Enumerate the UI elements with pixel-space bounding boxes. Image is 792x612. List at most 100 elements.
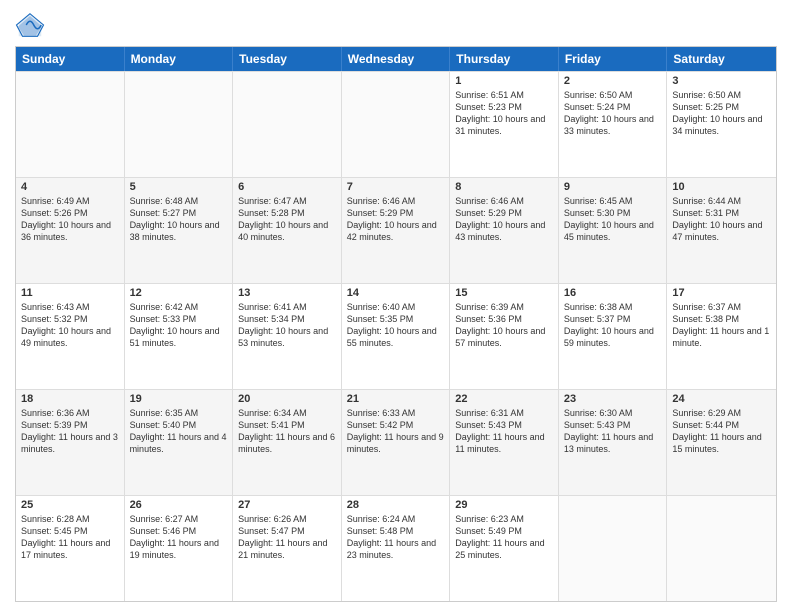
cal-cell-8: 8 Sunrise: 6:46 AM Sunset: 5:29 PM Daylig…	[450, 178, 559, 283]
day-number: 28	[347, 499, 445, 511]
cell-info: Sunrise: 6:41 AM Sunset: 5:34 PM Dayligh…	[238, 301, 336, 350]
cal-cell-20: 20Sunrise: 6:34 AM Sunset: 5:41 PM Dayli…	[233, 390, 342, 495]
cell-info: Sunrise: 6:26 AM Sunset: 5:47 PM Dayligh…	[238, 513, 336, 562]
day-number: 13	[238, 287, 336, 299]
day-number: 10	[672, 181, 771, 193]
calendar-week-1: 1 Sunrise: 6:51 AM Sunset: 5:23 PM Daylig…	[16, 71, 776, 177]
header-day-monday: Monday	[125, 47, 234, 71]
cell-info: Sunrise: 6:46 AM Sunset: 5:29 PM Dayligh…	[347, 195, 445, 244]
calendar-week-5: 25Sunrise: 6:28 AM Sunset: 5:45 PM Dayli…	[16, 495, 776, 601]
calendar-week-4: 18 Sunrise: 6:36 AM Sunset: 5:39 PM Dayli…	[16, 389, 776, 495]
cell-info: Sunrise: 6:24 AM Sunset: 5:48 PM Dayligh…	[347, 513, 445, 562]
calendar-week-3: 11 Sunrise: 6:43 AM Sunset: 5:32 PM Dayli…	[16, 283, 776, 389]
cal-cell-empty-5	[559, 496, 668, 601]
day-number: 26	[130, 499, 228, 511]
day-number: 3	[672, 75, 771, 87]
calendar: SundayMondayTuesdayWednesdayThursdayFrid…	[15, 46, 777, 602]
cell-info: Sunrise: 6:50 AM Sunset: 5:25 PM Dayligh…	[672, 89, 771, 138]
logo-icon	[15, 10, 45, 40]
cal-cell-empty-1	[125, 72, 234, 177]
cell-info: Sunrise: 6:47 AM Sunset: 5:28 PM Dayligh…	[238, 195, 336, 244]
cal-cell-6: 6 Sunrise: 6:47 AM Sunset: 5:28 PM Daylig…	[233, 178, 342, 283]
cell-info: Sunrise: 6:37 AM Sunset: 5:38 PM Dayligh…	[672, 301, 771, 350]
day-number: 9	[564, 181, 662, 193]
cal-cell-25: 25Sunrise: 6:28 AM Sunset: 5:45 PM Dayli…	[16, 496, 125, 601]
day-number: 6	[238, 181, 336, 193]
cal-cell-24: 24 Sunrise: 6:29 AM Sunset: 5:44 PM Dayli…	[667, 390, 776, 495]
logo	[15, 10, 49, 40]
day-number: 12	[130, 287, 228, 299]
cell-info: Sunrise: 6:50 AM Sunset: 5:24 PM Dayligh…	[564, 89, 662, 138]
cal-cell-empty-0	[16, 72, 125, 177]
day-number: 23	[564, 393, 662, 405]
day-number: 15	[455, 287, 553, 299]
day-number: 27	[238, 499, 336, 511]
cell-info: Sunrise: 6:48 AM Sunset: 5:27 PM Dayligh…	[130, 195, 228, 244]
calendar-week-2: 4 Sunrise: 6:49 AM Sunset: 5:26 PM Daylig…	[16, 177, 776, 283]
day-number: 11	[21, 287, 119, 299]
cell-info: Sunrise: 6:27 AM Sunset: 5:46 PM Dayligh…	[130, 513, 228, 562]
day-number: 14	[347, 287, 445, 299]
cal-cell-18: 18 Sunrise: 6:36 AM Sunset: 5:39 PM Dayli…	[16, 390, 125, 495]
cal-cell-2: 2Sunrise: 6:50 AM Sunset: 5:24 PM Daylig…	[559, 72, 668, 177]
day-number: 1	[455, 75, 553, 87]
cal-cell-4: 4 Sunrise: 6:49 AM Sunset: 5:26 PM Daylig…	[16, 178, 125, 283]
cell-info: Sunrise: 6:28 AM Sunset: 5:45 PM Dayligh…	[21, 513, 119, 562]
day-number: 17	[672, 287, 771, 299]
cell-info: Sunrise: 6:49 AM Sunset: 5:26 PM Dayligh…	[21, 195, 119, 244]
day-number: 21	[347, 393, 445, 405]
cal-cell-3: 3 Sunrise: 6:50 AM Sunset: 5:25 PM Daylig…	[667, 72, 776, 177]
cal-cell-26: 26 Sunrise: 6:27 AM Sunset: 5:46 PM Dayli…	[125, 496, 234, 601]
calendar-body: 1 Sunrise: 6:51 AM Sunset: 5:23 PM Daylig…	[16, 71, 776, 601]
cell-info: Sunrise: 6:29 AM Sunset: 5:44 PM Dayligh…	[672, 407, 771, 456]
cell-info: Sunrise: 6:38 AM Sunset: 5:37 PM Dayligh…	[564, 301, 662, 350]
cell-info: Sunrise: 6:30 AM Sunset: 5:43 PM Dayligh…	[564, 407, 662, 456]
page: SundayMondayTuesdayWednesdayThursdayFrid…	[0, 0, 792, 612]
calendar-header: SundayMondayTuesdayWednesdayThursdayFrid…	[16, 47, 776, 71]
cell-info: Sunrise: 6:51 AM Sunset: 5:23 PM Dayligh…	[455, 89, 553, 138]
cell-info: Sunrise: 6:46 AM Sunset: 5:29 PM Dayligh…	[455, 195, 553, 244]
cell-info: Sunrise: 6:42 AM Sunset: 5:33 PM Dayligh…	[130, 301, 228, 350]
cal-cell-empty-3	[342, 72, 451, 177]
cal-cell-21: 21 Sunrise: 6:33 AM Sunset: 5:42 PM Dayli…	[342, 390, 451, 495]
day-number: 19	[130, 393, 228, 405]
cell-info: Sunrise: 6:35 AM Sunset: 5:40 PM Dayligh…	[130, 407, 228, 456]
cell-info: Sunrise: 6:45 AM Sunset: 5:30 PM Dayligh…	[564, 195, 662, 244]
header-day-wednesday: Wednesday	[342, 47, 451, 71]
cal-cell-empty-2	[233, 72, 342, 177]
cal-cell-19: 19 Sunrise: 6:35 AM Sunset: 5:40 PM Dayli…	[125, 390, 234, 495]
cal-cell-22: 22Sunrise: 6:31 AM Sunset: 5:43 PM Dayli…	[450, 390, 559, 495]
cal-cell-12: 12 Sunrise: 6:42 AM Sunset: 5:33 PM Dayli…	[125, 284, 234, 389]
day-number: 24	[672, 393, 771, 405]
cal-cell-15: 15 Sunrise: 6:39 AM Sunset: 5:36 PM Dayli…	[450, 284, 559, 389]
header	[15, 10, 777, 40]
cal-cell-17: 17 Sunrise: 6:37 AM Sunset: 5:38 PM Dayli…	[667, 284, 776, 389]
header-day-sunday: Sunday	[16, 47, 125, 71]
cal-cell-11: 11 Sunrise: 6:43 AM Sunset: 5:32 PM Dayli…	[16, 284, 125, 389]
cell-info: Sunrise: 6:39 AM Sunset: 5:36 PM Dayligh…	[455, 301, 553, 350]
cell-info: Sunrise: 6:31 AM Sunset: 5:43 PM Dayligh…	[455, 407, 553, 456]
day-number: 8	[455, 181, 553, 193]
cell-info: Sunrise: 6:23 AM Sunset: 5:49 PM Dayligh…	[455, 513, 553, 562]
day-number: 7	[347, 181, 445, 193]
cal-cell-7: 7 Sunrise: 6:46 AM Sunset: 5:29 PM Daylig…	[342, 178, 451, 283]
header-day-friday: Friday	[559, 47, 668, 71]
cal-cell-5: 5Sunrise: 6:48 AM Sunset: 5:27 PM Daylig…	[125, 178, 234, 283]
cal-cell-28: 28 Sunrise: 6:24 AM Sunset: 5:48 PM Dayli…	[342, 496, 451, 601]
header-day-thursday: Thursday	[450, 47, 559, 71]
day-number: 29	[455, 499, 553, 511]
day-number: 16	[564, 287, 662, 299]
cell-info: Sunrise: 6:36 AM Sunset: 5:39 PM Dayligh…	[21, 407, 119, 456]
cal-cell-1: 1 Sunrise: 6:51 AM Sunset: 5:23 PM Daylig…	[450, 72, 559, 177]
cal-cell-27: 27 Sunrise: 6:26 AM Sunset: 5:47 PM Dayli…	[233, 496, 342, 601]
day-number: 4	[21, 181, 119, 193]
cal-cell-23: 23 Sunrise: 6:30 AM Sunset: 5:43 PM Dayli…	[559, 390, 668, 495]
cell-info: Sunrise: 6:33 AM Sunset: 5:42 PM Dayligh…	[347, 407, 445, 456]
cell-info: Sunrise: 6:43 AM Sunset: 5:32 PM Dayligh…	[21, 301, 119, 350]
cal-cell-empty-6	[667, 496, 776, 601]
cell-info: Sunrise: 6:40 AM Sunset: 5:35 PM Dayligh…	[347, 301, 445, 350]
cal-cell-14: 14 Sunrise: 6:40 AM Sunset: 5:35 PM Dayli…	[342, 284, 451, 389]
cell-info: Sunrise: 6:34 AM Sunset: 5:41 PM Dayligh…	[238, 407, 336, 456]
day-number: 18	[21, 393, 119, 405]
cal-cell-16: 16 Sunrise: 6:38 AM Sunset: 5:37 PM Dayli…	[559, 284, 668, 389]
